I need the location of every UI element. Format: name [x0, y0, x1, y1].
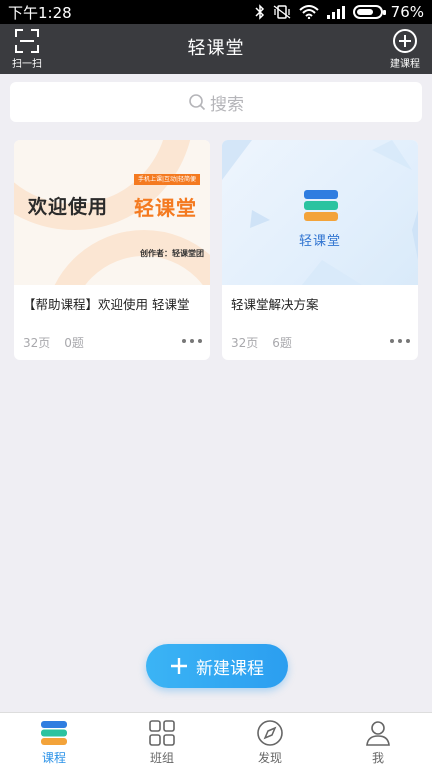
search-icon: [189, 94, 206, 111]
tab-label: 课程: [41, 751, 66, 765]
course-card[interactable]: 欢迎使用 手机上课|互动|轻简便 轻课堂 创作者：轻课堂团 【帮助课程】欢迎使用…: [14, 140, 210, 360]
search-input[interactable]: 搜索: [10, 82, 422, 122]
status-icons: 76%: [255, 3, 424, 21]
create-course-label: 建课程: [390, 59, 420, 70]
create-course-button[interactable]: 建课程: [390, 27, 420, 70]
thumb-app-name: 轻课堂: [298, 234, 341, 249]
vibrate-icon: [273, 5, 291, 19]
battery-percent: 76%: [390, 3, 424, 21]
tab-label: 我: [371, 751, 384, 765]
new-course-label: 新建课程: [196, 658, 264, 679]
wifi-icon: [298, 5, 319, 19]
course-pages: 32页: [23, 336, 51, 350]
grid-icon: [149, 720, 175, 746]
plus-icon: [171, 658, 187, 674]
status-bar: 下午1:28 76%: [0, 0, 432, 24]
bottom-nav: 课程 班组 发现 我: [0, 712, 432, 768]
course-title: 【帮助课程】欢迎使用 轻课堂: [23, 297, 190, 312]
more-options-icon[interactable]: [182, 336, 202, 346]
course-questions: 6题: [272, 336, 292, 350]
plus-circle-icon: [393, 29, 417, 53]
tab-classes[interactable]: 班组: [108, 713, 216, 768]
course-pages: 32页: [231, 336, 259, 350]
tab-courses[interactable]: 课程: [0, 713, 108, 768]
course-title: 轻课堂解决方案: [231, 297, 319, 312]
new-course-button[interactable]: 新建课程: [146, 644, 288, 688]
course-questions: 0题: [64, 336, 84, 350]
tab-me[interactable]: 我: [324, 713, 432, 768]
scan-icon: [15, 29, 39, 53]
status-time: 下午1:28: [8, 3, 72, 22]
scan-button[interactable]: 扫一扫: [12, 27, 42, 70]
course-icon: [41, 721, 67, 745]
course-thumbnail: 欢迎使用 手机上课|互动|轻简便 轻课堂 创作者：轻课堂团: [14, 140, 210, 285]
thumb-tag: 手机上课|互动|轻简便: [134, 174, 200, 185]
app-header: 轻课堂 扫一扫 建课程: [0, 24, 432, 74]
more-options-icon[interactable]: [390, 336, 410, 346]
compass-icon: [257, 720, 283, 746]
page-title: 轻课堂: [187, 38, 245, 59]
battery-fill: [356, 9, 374, 15]
thumb-brand: 轻课堂: [134, 196, 197, 220]
course-meta: 32页 6题: [231, 334, 292, 351]
user-icon: [366, 721, 390, 746]
app-logo-icon: [304, 190, 338, 221]
thumb-author: 创作者：轻课堂团: [140, 249, 204, 258]
battery-icon: [352, 5, 386, 19]
search-placeholder: 搜索: [210, 94, 244, 115]
tab-label: 班组: [149, 751, 174, 765]
tab-discover[interactable]: 发现: [216, 713, 324, 768]
course-meta: 32页 0题: [23, 334, 84, 351]
bluetooth-icon: [255, 4, 264, 20]
course-thumbnail: 轻课堂: [222, 140, 418, 285]
thumb-welcome-text: 欢迎使用: [28, 196, 109, 218]
scan-label: 扫一扫: [12, 59, 42, 70]
tab-label: 发现: [257, 751, 282, 765]
course-card[interactable]: 轻课堂 轻课堂解决方案 32页 6题: [222, 140, 418, 360]
signal-icon: [326, 5, 345, 19]
